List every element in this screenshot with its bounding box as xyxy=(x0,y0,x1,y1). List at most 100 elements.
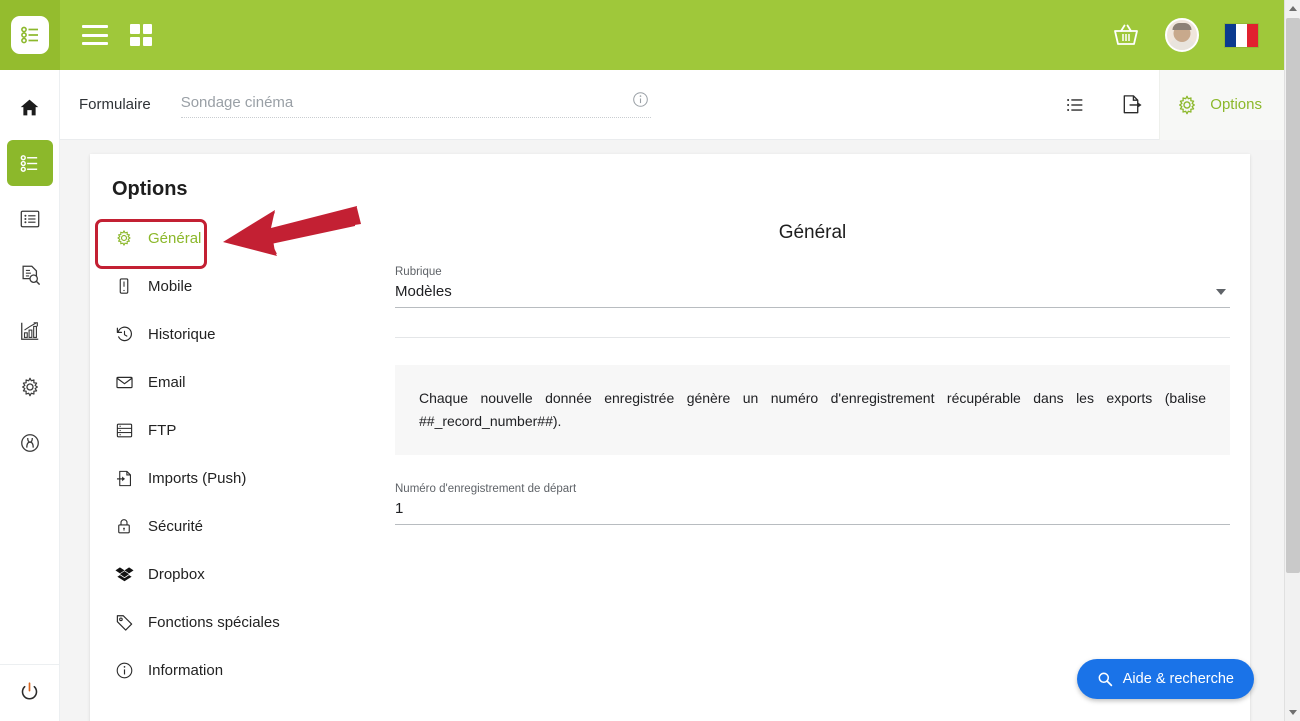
options-menu-item-ftp[interactable]: FTP xyxy=(100,406,390,454)
export-button[interactable] xyxy=(1103,70,1159,140)
rail-item-settings[interactable] xyxy=(7,364,53,410)
options-menu-label: Imports (Push) xyxy=(148,469,247,487)
export-document-icon xyxy=(1123,95,1142,114)
options-menu-label: Dropbox xyxy=(148,565,205,583)
envelope-icon xyxy=(114,372,134,392)
info-circle-icon xyxy=(114,660,134,680)
rail-item-statistics[interactable] xyxy=(7,308,53,354)
grid-apps-icon[interactable] xyxy=(130,24,152,46)
form-subheader: Formulaire Sondage cinéma Options xyxy=(60,69,1284,140)
left-icon-rail xyxy=(0,70,60,721)
list-icon xyxy=(20,210,39,228)
chevron-down-icon xyxy=(1289,710,1297,715)
scrollbar-up-button[interactable] xyxy=(1285,0,1300,17)
options-menu-label: Fonctions spéciales xyxy=(148,613,280,631)
info-circle-icon[interactable] xyxy=(632,91,649,108)
user-account-icon xyxy=(20,434,39,452)
rail-item-documents[interactable] xyxy=(7,252,53,298)
record-start-field: Numéro d'enregistrement de départ 1 xyxy=(395,483,1230,525)
gear-icon xyxy=(114,228,134,248)
french-flag-icon[interactable] xyxy=(1225,23,1258,47)
scrollbar-thumb[interactable] xyxy=(1286,18,1300,573)
options-menu-label: Historique xyxy=(148,325,216,343)
document-search-icon xyxy=(21,265,40,285)
history-clock-icon xyxy=(114,324,134,344)
rubrique-label: Rubrique xyxy=(395,266,442,278)
options-menu-item-imports[interactable]: Imports (Push) xyxy=(100,454,390,502)
hamburger-menu-icon[interactable] xyxy=(82,25,108,45)
app-window: Formulaire Sondage cinéma Options Option… xyxy=(0,0,1300,721)
rail-item-account[interactable] xyxy=(7,420,53,466)
avatar-hair xyxy=(1172,23,1192,30)
form-name-field xyxy=(180,91,651,118)
pane-title: Général xyxy=(778,222,847,243)
options-menu-item-historique[interactable]: Historique xyxy=(100,310,390,358)
dropbox-icon xyxy=(114,564,134,584)
rail-divider xyxy=(0,664,60,665)
options-button[interactable]: Options xyxy=(1159,69,1284,140)
help-search-label: Aide & recherche xyxy=(1122,671,1234,687)
rubrique-select[interactable]: Modèles xyxy=(395,283,1230,308)
list-view-icon xyxy=(1067,98,1083,111)
gear-icon xyxy=(1179,95,1196,114)
chevron-down-icon xyxy=(1216,289,1226,295)
rail-item-lists[interactable] xyxy=(7,196,53,242)
options-menu-item-dropbox[interactable]: Dropbox xyxy=(100,550,390,598)
scrollbar-down-button[interactable] xyxy=(1285,704,1300,721)
rail-item-forms[interactable] xyxy=(6,140,53,186)
options-menu-label: Information xyxy=(148,661,224,679)
top-header-actions xyxy=(1113,18,1284,52)
flag-white-stripe xyxy=(1236,23,1247,47)
options-menu-label: Général xyxy=(148,229,202,247)
bar-chart-icon xyxy=(20,322,38,340)
browser-scrollbar[interactable] xyxy=(1284,0,1300,721)
grid-cell xyxy=(130,36,140,46)
grid-cell xyxy=(142,24,152,34)
options-menu-item-mobile[interactable]: Mobile xyxy=(100,262,390,310)
section-divider xyxy=(395,337,1230,338)
grid-cell xyxy=(130,24,140,34)
hamburger-line xyxy=(82,33,108,37)
help-search-button[interactable]: Aide & recherche xyxy=(1076,659,1254,699)
options-card: Options Général Mobile Historique Email … xyxy=(90,154,1250,721)
flag-red-stripe xyxy=(1247,23,1258,47)
search-icon xyxy=(1098,672,1113,687)
options-menu-label: Mobile xyxy=(148,277,193,295)
hamburger-line xyxy=(82,25,108,28)
top-header-bar xyxy=(0,0,1284,70)
mobile-phone-icon xyxy=(114,276,134,296)
options-menu-label: Sécurité xyxy=(148,517,204,535)
page-title: Options xyxy=(112,178,188,200)
options-menu-label: FTP xyxy=(148,421,177,439)
hamburger-line xyxy=(82,42,108,45)
gear-icon xyxy=(21,377,38,397)
user-avatar[interactable] xyxy=(1165,18,1199,52)
list-view-button[interactable] xyxy=(1047,70,1103,140)
form-name-input[interactable] xyxy=(180,91,651,118)
options-menu-label: Email xyxy=(148,373,186,391)
flag-blue-stripe xyxy=(1225,23,1236,47)
rail-item-home[interactable] xyxy=(7,84,53,130)
server-icon xyxy=(114,420,134,440)
general-settings-pane: Général Rubrique Modèles Chaque nouvelle… xyxy=(395,214,1230,529)
app-logo-button[interactable] xyxy=(0,0,60,70)
tag-icon xyxy=(114,612,134,632)
import-file-icon xyxy=(114,468,134,488)
options-menu: Général Mobile Historique Email FTP Impo… xyxy=(100,214,390,694)
home-icon xyxy=(20,99,39,115)
options-menu-item-fonctions-speciales[interactable]: Fonctions spéciales xyxy=(100,598,390,646)
record-start-input[interactable]: 1 xyxy=(395,500,1230,525)
shopping-basket-icon[interactable] xyxy=(1113,23,1139,47)
options-menu-item-securite[interactable]: Sécurité xyxy=(100,502,390,550)
record-start-label: Numéro d'enregistrement de départ xyxy=(395,483,577,495)
rail-item-power[interactable] xyxy=(10,671,50,711)
rubrique-value: Modèles xyxy=(395,283,452,300)
options-menu-item-email[interactable]: Email xyxy=(100,358,390,406)
lock-icon xyxy=(114,516,134,536)
grid-cell xyxy=(142,36,152,46)
chevron-up-icon xyxy=(1289,6,1297,11)
options-menu-item-general[interactable]: Général xyxy=(100,214,390,262)
record-number-info-box: Chaque nouvelle donnée enregistrée génèr… xyxy=(395,365,1230,455)
forms-checklist-icon xyxy=(20,154,38,172)
options-menu-item-information[interactable]: Information xyxy=(100,646,390,694)
